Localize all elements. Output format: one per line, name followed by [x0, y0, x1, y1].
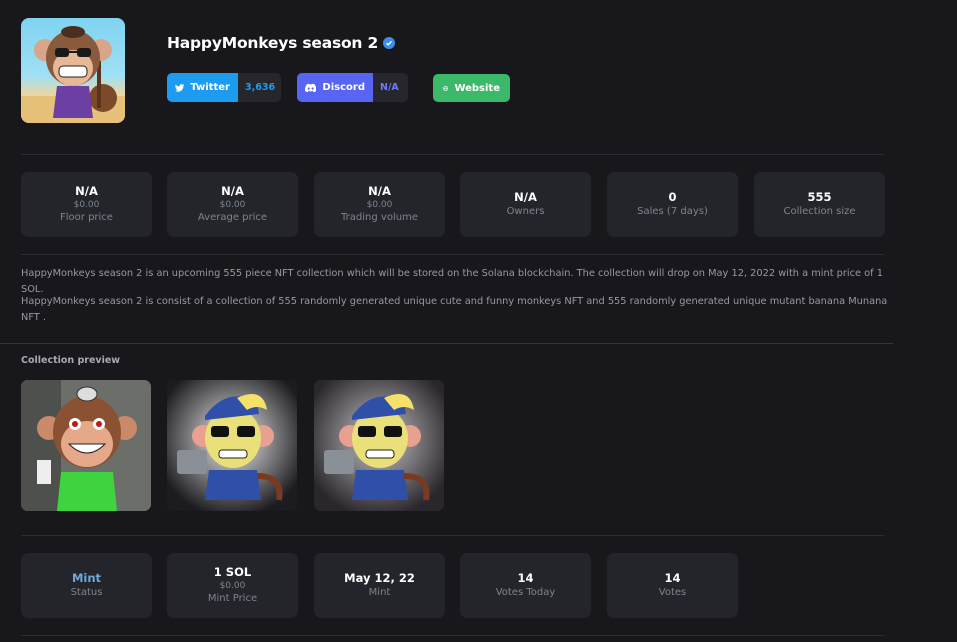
- stat-label: Sales (7 days): [637, 206, 708, 217]
- discord-label: Discord: [322, 82, 365, 93]
- discord-count: N/A: [373, 73, 408, 102]
- stat-value: May 12, 22: [344, 571, 415, 585]
- stat-label: Owners: [506, 206, 545, 217]
- stat-status: Mint Status: [21, 553, 152, 618]
- stat-label: Collection size: [783, 206, 856, 217]
- preview-image[interactable]: [314, 380, 444, 511]
- divider: [21, 635, 884, 636]
- stat-value: N/A: [514, 190, 537, 204]
- preview-image[interactable]: [167, 380, 297, 511]
- globe-icon: [443, 85, 449, 91]
- stat-label: Trading volume: [341, 212, 418, 223]
- stat-label: Votes: [658, 587, 687, 598]
- website-button[interactable]: Website: [433, 74, 510, 102]
- stat-trading-volume: N/A $0.00 Trading volume: [314, 172, 445, 237]
- stat-usd: $0.00: [73, 200, 100, 210]
- divider: [21, 154, 884, 155]
- preview-image[interactable]: [21, 380, 151, 511]
- stat-sales-7-days: 0 Sales (7 days): [607, 172, 738, 237]
- stat-collection-size: 555 Collection size: [754, 172, 885, 237]
- discord-icon: [305, 83, 317, 92]
- stat-value: 1 SOL: [213, 565, 252, 579]
- divider: [21, 535, 884, 536]
- stat-usd: $0.00: [366, 200, 393, 210]
- stat-owners: N/A Owners: [460, 172, 591, 237]
- stat-label: Votes Today: [495, 587, 556, 598]
- stat-value: 14: [517, 571, 534, 585]
- stat-label: Average price: [197, 212, 268, 223]
- stat-value: N/A: [221, 184, 244, 198]
- stat-floor-price: N/A $0.00 Floor price: [21, 172, 152, 237]
- stat-label: Mint Price: [207, 593, 258, 604]
- stat-label: Mint: [368, 587, 391, 598]
- stat-votes-today: 14 Votes Today: [460, 553, 591, 618]
- stat-mint-price: 1 SOL $0.00 Mint Price: [167, 553, 298, 618]
- stat-votes: 14 Votes: [607, 553, 738, 618]
- verified-icon: [383, 37, 396, 49]
- discord-button[interactable]: Discord N/A: [297, 73, 408, 102]
- collection-preview-title: Collection preview: [21, 355, 121, 366]
- stat-value: N/A: [368, 184, 391, 198]
- website-label: Website: [454, 82, 500, 94]
- stat-usd: $0.00: [219, 200, 246, 210]
- description-paragraph: HappyMonkeys season 2 is consist of a co…: [21, 296, 888, 323]
- stat-label: Status: [70, 587, 103, 598]
- collection-logo: [21, 18, 125, 123]
- divider: [21, 254, 884, 255]
- stat-label: Floor price: [60, 212, 113, 223]
- stat-value: 0: [668, 190, 677, 204]
- twitter-count: 3,636: [238, 73, 281, 102]
- twitter-button[interactable]: Twitter 3,636: [167, 73, 281, 102]
- status-value: Mint: [71, 571, 102, 585]
- stat-average-price: N/A $0.00 Average price: [167, 172, 298, 237]
- stat-value: 555: [807, 190, 832, 204]
- divider: [0, 343, 893, 344]
- stat-value: 14: [664, 571, 681, 585]
- stat-mint-date: May 12, 22 Mint: [314, 553, 445, 618]
- collection-title: HappyMonkeys season 2: [167, 34, 379, 52]
- twitter-icon: [175, 83, 185, 92]
- stat-value: N/A: [75, 184, 98, 198]
- stat-usd: $0.00: [219, 581, 246, 591]
- twitter-label: Twitter: [190, 82, 230, 93]
